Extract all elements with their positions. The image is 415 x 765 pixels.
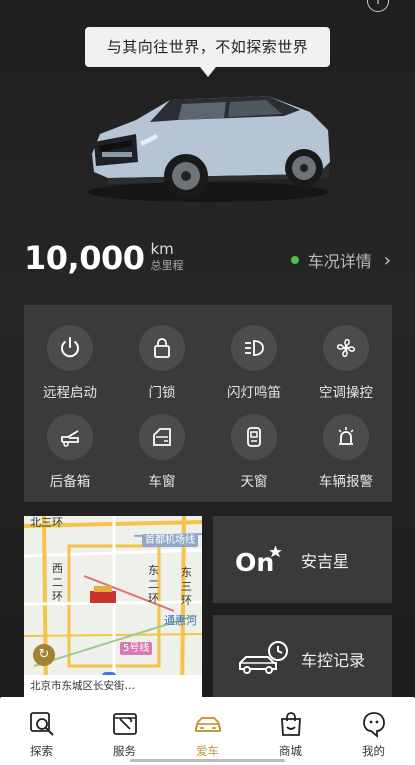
odometer-label: 总里程 xyxy=(150,259,184,272)
map-label-north-ring: 北三环 xyxy=(30,516,63,529)
info-icon[interactable]: i xyxy=(367,0,389,12)
control-trunk[interactable]: 后备箱 xyxy=(24,413,116,501)
tab-label: 探索 xyxy=(30,744,53,758)
map-label-tonghui: 通惠河 xyxy=(164,614,197,627)
vehicle-location-map[interactable]: 北三环 首都机场线 西 二 环 东 二 环 东 三 环 通惠河 5号线 ↻ 北京… xyxy=(24,516,202,697)
tab-service[interactable]: 服务 xyxy=(83,697,166,765)
chevron-right-icon: › xyxy=(383,249,391,271)
control-flash-horn[interactable]: 闪灯鸣笛 xyxy=(208,325,300,412)
map-label-east3: 东 三 环 xyxy=(181,566,192,607)
control-remote-start[interactable]: 远程启动 xyxy=(24,325,116,412)
alarm-icon xyxy=(323,413,369,460)
bottom-tab-bar: 探索 服务 爱车 商城 我的 xyxy=(0,697,415,765)
control-label: 车辆报警 xyxy=(319,473,373,490)
shop-icon xyxy=(280,712,301,736)
control-label: 门锁 xyxy=(148,385,176,401)
odometer-value: 10,000 xyxy=(24,239,145,277)
control-label: 空调操控 xyxy=(319,385,373,401)
tab-label: 爱车 xyxy=(196,744,219,758)
car-icon xyxy=(194,717,221,732)
status-dot xyxy=(290,256,299,264)
tab-explore[interactable]: 探索 xyxy=(0,697,83,765)
lock-icon xyxy=(139,325,185,371)
tab-label: 商城 xyxy=(279,744,302,758)
service-icon xyxy=(112,713,137,735)
onstar-logo-text: On xyxy=(235,547,274,576)
map-label-west-ring: 西 二 环 xyxy=(52,562,63,603)
headlight-icon xyxy=(231,325,277,371)
control-log-card[interactable]: 车控记录 xyxy=(213,615,392,702)
odometer-unit: km xyxy=(150,240,174,258)
map-label-airport: 首都机场线 xyxy=(142,534,198,547)
remote-controls-panel: 远程启动 门锁 闪灯鸣笛 空调操控 后备箱 车窗 天窗 车辆报警 xyxy=(24,305,392,502)
control-label: 天窗 xyxy=(240,473,268,490)
status-label: 车况详情 xyxy=(307,252,372,271)
control-label: 闪灯鸣笛 xyxy=(227,385,281,401)
map-label-line5: 5号线 xyxy=(120,642,153,655)
control-label: 远程启动 xyxy=(43,385,97,401)
onstar-label: 安吉星 xyxy=(301,551,350,571)
tab-label: 我的 xyxy=(362,744,385,758)
tab-profile[interactable]: 我的 xyxy=(332,697,415,765)
slogan-bubble: 与其向往世界，不如探索世界 xyxy=(85,27,330,77)
map-address: 北京市东城区长安街… xyxy=(24,675,202,697)
control-log-label: 车控记录 xyxy=(301,650,366,670)
control-alarm[interactable]: 车辆报警 xyxy=(300,413,392,501)
control-door-lock[interactable]: 门锁 xyxy=(116,325,208,412)
map-label-east2: 东 二 环 xyxy=(148,564,159,605)
sunroof-icon xyxy=(231,413,277,460)
control-windows[interactable]: 车窗 xyxy=(116,413,208,501)
home-indicator xyxy=(130,759,285,762)
tab-label: 服务 xyxy=(113,744,136,758)
power-icon xyxy=(47,325,93,371)
onstar-card[interactable]: On 安吉星 xyxy=(213,516,392,603)
window-icon xyxy=(139,413,185,460)
trunk-icon xyxy=(47,413,93,460)
car-image xyxy=(88,96,330,202)
tab-my-car[interactable]: 爱车 xyxy=(166,697,249,765)
control-sunroof[interactable]: 天窗 xyxy=(208,413,300,501)
fan-icon xyxy=(323,325,369,371)
odometer: 10,000 km 总里程 xyxy=(24,240,183,276)
tab-shop[interactable]: 商城 xyxy=(249,697,332,765)
locate-icon[interactable]: ↻ xyxy=(33,644,55,666)
control-label: 后备箱 xyxy=(49,473,91,490)
profile-icon xyxy=(362,712,385,738)
car-clock-icon xyxy=(227,639,297,679)
onstar-logo-icon: On xyxy=(227,543,297,577)
vehicle-status-link[interactable]: 车况详情 › xyxy=(290,248,391,272)
control-label: 车窗 xyxy=(148,473,176,490)
explore-icon xyxy=(29,712,54,736)
control-ac[interactable]: 空调操控 xyxy=(300,325,392,412)
